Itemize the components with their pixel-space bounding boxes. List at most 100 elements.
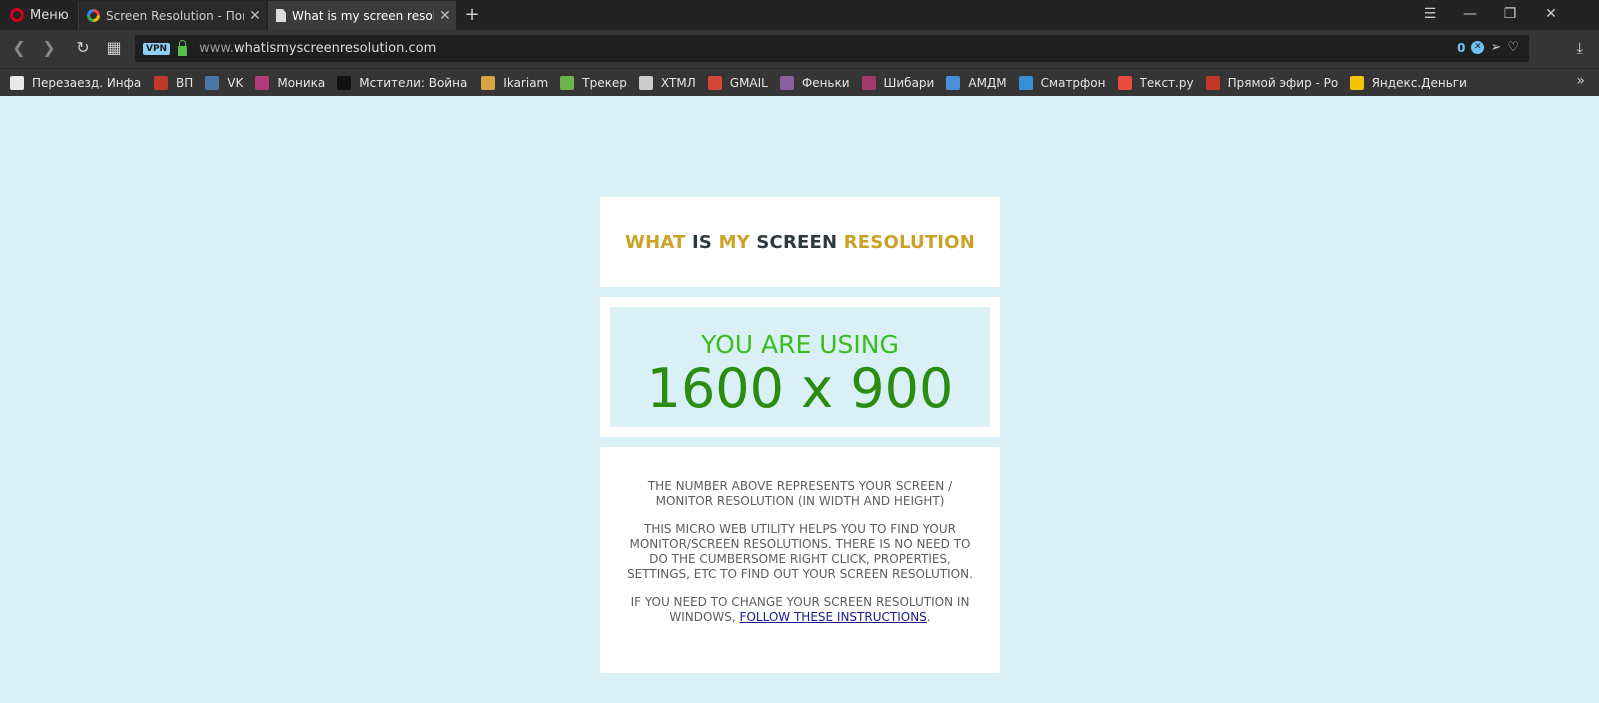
resolution-panel: YOU ARE USING 1600 x 900	[610, 307, 990, 427]
opera-logo-icon	[10, 8, 24, 22]
shield-icon	[638, 75, 653, 90]
info-box: THE NUMBER ABOVE REPRESENTS YOUR SCREEN …	[600, 447, 1000, 673]
info-text: .	[926, 610, 931, 624]
google-icon	[87, 9, 100, 22]
bookmark-label: Моника	[277, 75, 326, 90]
bookmark-label: GMAIL	[729, 75, 768, 90]
bookmark-item[interactable]: АМДМ	[946, 75, 1007, 90]
amdm-icon	[946, 75, 961, 90]
resolution-value: 1600 x 900	[646, 357, 954, 420]
bookmark-item[interactable]: Текст.ру	[1117, 75, 1194, 90]
document-icon	[276, 9, 286, 22]
bookmark-label: Шибари	[883, 75, 935, 90]
bookmark-label: Прямой эфир - Росс	[1227, 75, 1338, 90]
hd-icon	[337, 75, 352, 90]
heart-icon[interactable]: ♡	[1507, 40, 1519, 55]
close-icon[interactable]: ✕	[434, 8, 456, 24]
navigation-bar: ❮ ❯ ↻ ▦ VPN www.whatismyscreenresolution…	[0, 30, 1599, 68]
bookmark-label: Сматрфон	[1040, 75, 1106, 90]
back-icon[interactable]: ❮	[8, 38, 30, 57]
lock-icon[interactable]	[178, 39, 188, 56]
bookmark-label: ВП	[176, 75, 194, 90]
speed-dial-icon[interactable]: ▦	[103, 38, 125, 57]
bookmark-label: Ikariam	[503, 75, 549, 90]
using-label: YOU ARE USING	[701, 330, 899, 359]
c-icon	[1117, 75, 1132, 90]
bookmark-label: VK	[227, 75, 244, 90]
tab-bar: Меню Screen Resolution - Поиск ✕ What is…	[0, 0, 1599, 30]
vpn-badge[interactable]: VPN	[143, 42, 171, 55]
info-paragraph: THE NUMBER ABOVE REPRESENTS YOUR SCREEN …	[647, 479, 953, 508]
checker-icon	[779, 75, 794, 90]
url-text[interactable]: www.whatismyscreenresolution.com	[199, 41, 436, 56]
channel1-icon	[1205, 75, 1220, 90]
browser-chrome: Меню Screen Resolution - Поиск ✕ What is…	[0, 0, 1599, 96]
tab-title: What is my screen resolutio	[292, 8, 434, 23]
title-word: RESOLUTION	[843, 231, 975, 253]
bookmark-item[interactable]: Трекер	[560, 75, 627, 90]
new-tab-button[interactable]: +	[462, 4, 482, 25]
bookmark-label: ХТМЛ	[660, 75, 696, 90]
shibari-icon	[861, 75, 876, 90]
bookmarks-bar: Перезаезд. Инфа,Пр ВП VK Моника Мстители: Во…	[0, 68, 1599, 96]
menu-label: Меню	[30, 7, 69, 23]
bookmark-label: Трекер	[582, 75, 627, 90]
bookmark-item[interactable]: VK	[205, 75, 244, 90]
info-paragraph: IF YOU NEED TO CHANGE YOUR SCREEN RESOLU…	[622, 595, 978, 625]
download-icon[interactable]: ⤓	[1576, 39, 1583, 57]
bookmark-item[interactable]: Шибари	[861, 75, 935, 90]
bookmark-label: Мстители: Война бе	[359, 75, 469, 90]
bookmark-label: Феньки	[801, 75, 850, 90]
close-icon[interactable]: ✕	[244, 8, 266, 24]
url-host: whatismyscreenresolution.com	[233, 41, 437, 56]
title-box: WHAT IS MY SCREEN RESOLUTION	[600, 197, 1000, 287]
bookmarks-overflow-icon[interactable]: »	[1576, 73, 1585, 89]
url-prefix: www.	[199, 41, 234, 56]
instructions-link[interactable]: FOLLOW THESE INSTRUCTIONS	[740, 610, 927, 624]
bookmark-item[interactable]: Мстители: Война бе	[337, 75, 469, 90]
restore-icon[interactable]: ❐	[1500, 6, 1520, 22]
bookmark-label: Текст.ру	[1139, 75, 1194, 90]
address-bar[interactable]: VPN www.whatismyscreenresolution.com 0 ✕…	[135, 35, 1529, 62]
bookmark-label: Перезаезд. Инфа,Пр	[32, 75, 142, 90]
bookmark-item[interactable]: Прямой эфир - Росс	[1205, 75, 1338, 90]
monika-icon	[255, 75, 270, 90]
resolution-box: YOU ARE USING 1600 x 900	[600, 297, 1000, 437]
yandex-money-icon	[1349, 75, 1364, 90]
close-window-icon[interactable]: ✕	[1541, 6, 1561, 22]
bookmark-label: Яндекс.Деньги	[1371, 75, 1467, 90]
info-paragraph: THIS MICRO WEB UTILITY HELPS YOU TO FIND…	[627, 522, 973, 581]
tab-menu-icon[interactable]: ☰	[1420, 6, 1440, 22]
bookmark-item[interactable]: Перезаезд. Инфа,Пр	[10, 75, 142, 90]
reload-icon[interactable]: ↻	[72, 38, 94, 57]
tab-search[interactable]: Screen Resolution - Поиск ✕	[78, 1, 266, 30]
bookmark-item[interactable]: Сматрфон	[1018, 75, 1106, 90]
bookmark-label: АМДМ	[968, 75, 1007, 90]
adblock-count: 0	[1457, 40, 1466, 55]
title-word: SCREEN	[756, 231, 838, 253]
address-bar-actions: 0 ✕ ➢ ♡	[1457, 40, 1519, 55]
adblock-icon[interactable]: ✕	[1471, 41, 1485, 54]
bookmark-item[interactable]: ХТМЛ	[638, 75, 696, 90]
title-word: IS	[692, 231, 713, 253]
tab-title: Screen Resolution - Поиск	[106, 8, 244, 23]
okx-icon	[10, 75, 24, 90]
gmail-icon	[707, 75, 722, 90]
tracker-icon	[560, 75, 575, 90]
bookmark-item[interactable]: Моника	[255, 75, 326, 90]
vp-icon	[154, 75, 168, 90]
tab-active[interactable]: What is my screen resolutio ✕	[268, 1, 456, 30]
bookmark-item[interactable]: Ikariam	[481, 75, 549, 90]
title-word: MY	[718, 231, 750, 253]
bookmark-item[interactable]: ВП	[154, 75, 194, 90]
send-icon[interactable]: ➢	[1490, 40, 1501, 55]
opera-menu-button[interactable]: Меню	[0, 0, 76, 30]
bookmark-item[interactable]: Феньки	[779, 75, 850, 90]
u-icon	[1018, 75, 1033, 90]
title-word: WHAT	[625, 231, 686, 253]
bookmark-item[interactable]: Яндекс.Деньги	[1349, 75, 1467, 90]
ikariam-icon	[481, 75, 496, 90]
forward-icon[interactable]: ❯	[38, 38, 60, 57]
bookmark-item[interactable]: GMAIL	[707, 75, 768, 90]
minimize-icon[interactable]: —	[1460, 6, 1480, 22]
